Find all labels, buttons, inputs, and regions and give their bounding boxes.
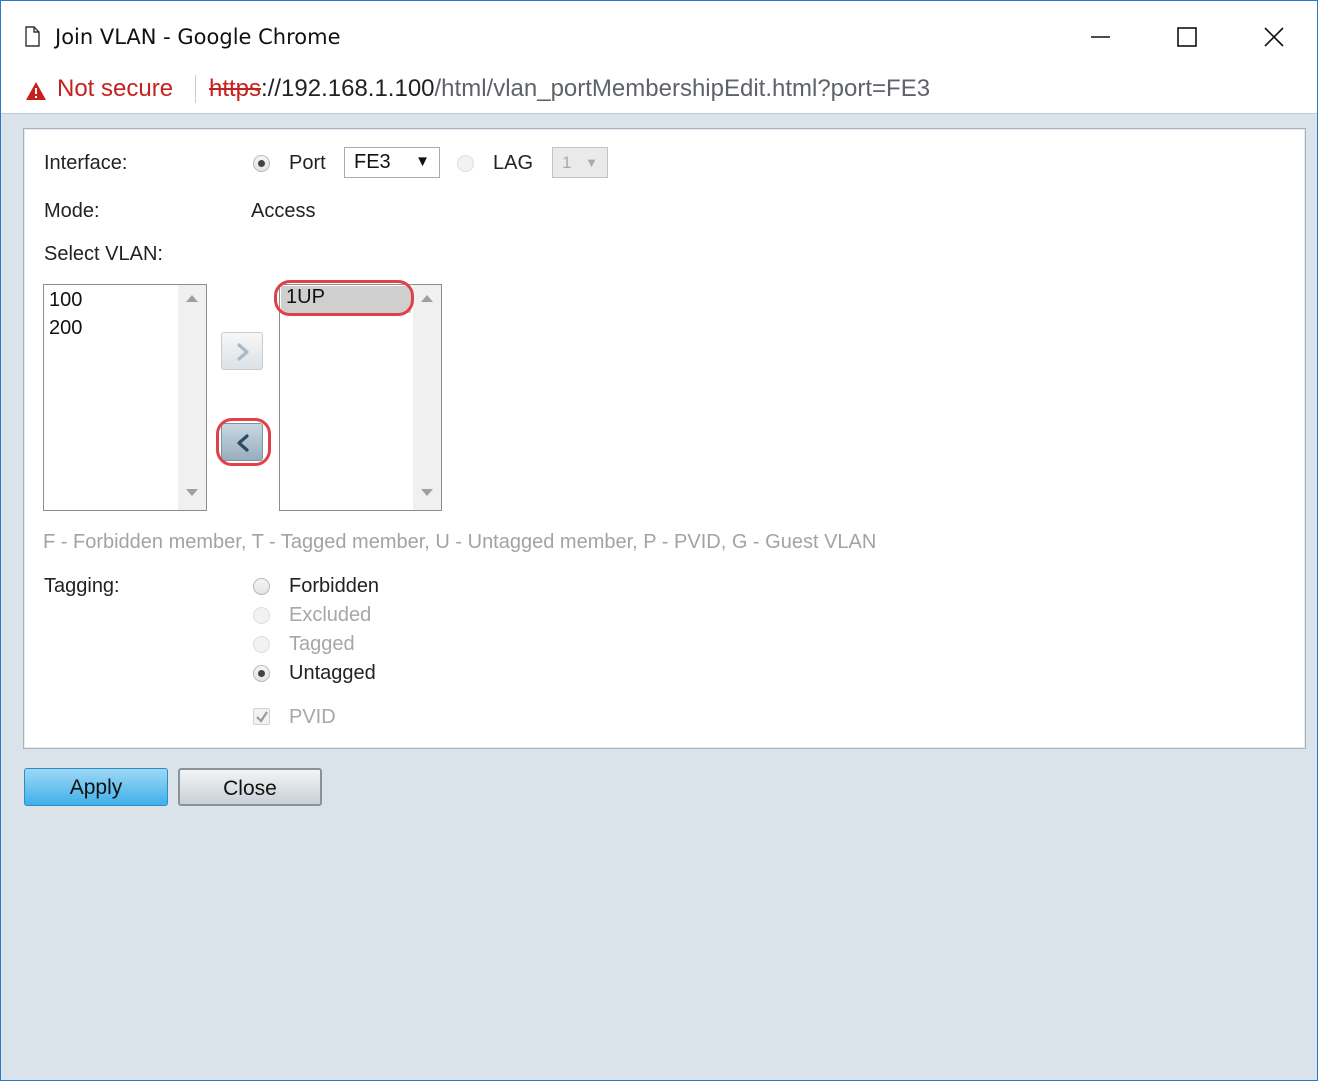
vlan-option[interactable]: 200	[49, 317, 82, 340]
mode-value: Access	[251, 200, 316, 222]
scroll-up-icon[interactable]	[421, 295, 433, 302]
port-radio[interactable]	[253, 155, 270, 172]
lag-radio[interactable]	[457, 155, 474, 172]
title-bar: Join VLAN - Google Chrome	[1, 1, 1317, 63]
close-icon[interactable]	[1251, 15, 1297, 59]
port-select[interactable]: FE3 ▼	[344, 147, 440, 178]
select-vlan-label: Select VLAN:	[44, 243, 163, 265]
tagging-untagged-label: Untagged	[289, 662, 376, 684]
tagging-tagged-label: Tagged	[289, 633, 355, 655]
lag-select[interactable]: 1 ▼	[552, 147, 608, 178]
tagging-label: Tagging:	[44, 575, 120, 597]
tagging-untagged-radio[interactable]	[253, 665, 270, 682]
apply-button-label: Apply	[69, 776, 123, 799]
minimize-icon[interactable]	[1077, 15, 1123, 59]
mode-label: Mode:	[44, 200, 100, 222]
tagging-excluded-label: Excluded	[289, 604, 372, 626]
port-label: Port	[289, 152, 326, 174]
interface-label: Interface:	[44, 152, 128, 174]
move-right-button[interactable]	[221, 332, 263, 370]
close-button-label: Close	[223, 777, 277, 800]
highlight-ring	[274, 280, 414, 316]
list-scrollbar[interactable]	[178, 285, 206, 510]
dropdown-arrow-icon: ▼	[585, 155, 598, 170]
url-text[interactable]: https://192.168.1.100/html/vlan_portMemb…	[209, 75, 930, 103]
tagging-forbidden-radio[interactable]	[253, 578, 270, 595]
apply-button[interactable]: Apply	[24, 768, 168, 806]
scroll-down-icon[interactable]	[186, 489, 198, 496]
tagging-excluded-radio[interactable]	[253, 607, 270, 624]
scroll-down-icon[interactable]	[421, 489, 433, 496]
security-status[interactable]: Not secure	[57, 75, 173, 103]
warning-icon[interactable]	[25, 81, 47, 101]
maximize-icon[interactable]	[1164, 15, 1210, 59]
vlan-option[interactable]: 100	[49, 289, 82, 312]
pvid-checkbox[interactable]	[253, 708, 270, 725]
dropdown-arrow-icon: ▼	[415, 153, 430, 170]
chevron-right-icon	[237, 343, 249, 361]
tagging-tagged-radio[interactable]	[253, 636, 270, 653]
lag-select-value: 1	[562, 153, 572, 172]
port-select-value: FE3	[354, 151, 391, 173]
scroll-up-icon[interactable]	[186, 295, 198, 302]
url-host: ://192.168.1.100	[261, 75, 435, 102]
member-vlan-list[interactable]: 1UP	[279, 284, 442, 511]
url-scheme: https	[209, 75, 262, 102]
address-divider	[195, 75, 196, 103]
close-button[interactable]: Close	[178, 768, 322, 806]
list-scrollbar[interactable]	[413, 285, 441, 510]
membership-legend: F - Forbidden member, T - Tagged member,…	[43, 531, 877, 553]
tagging-forbidden-label: Forbidden	[289, 575, 380, 597]
window-title: Join VLAN - Google Chrome	[55, 25, 341, 49]
url-path: /html/vlan_portMembershipEdit.html?port=…	[434, 75, 931, 102]
highlight-ring	[216, 418, 271, 466]
lag-label: LAG	[493, 152, 534, 174]
page-icon	[25, 26, 40, 47]
pvid-label: PVID	[289, 706, 336, 728]
checkmark-icon	[256, 711, 268, 723]
available-vlan-list[interactable]: 100 200	[43, 284, 207, 511]
